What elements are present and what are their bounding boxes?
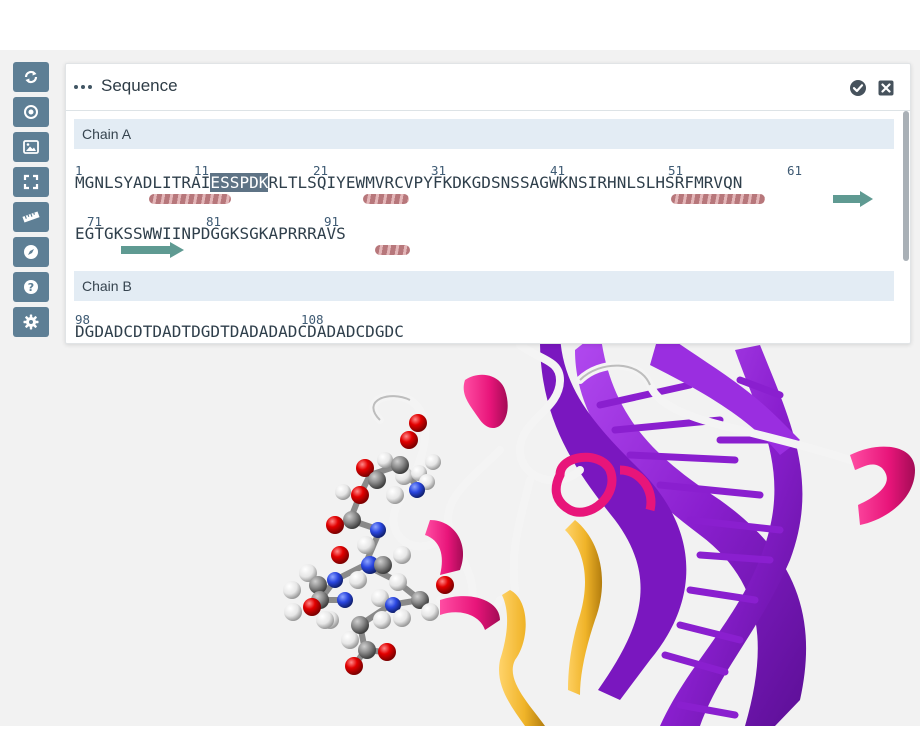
image-icon: [23, 140, 39, 154]
strand-arrow: [121, 242, 184, 258]
help-button[interactable]: ?: [13, 272, 49, 302]
residues-after: RLTLSQIYEWMVRCVPYFKDKGDSNSSAGWKNSIRHNLSL…: [268, 173, 743, 192]
strand-arrow: [833, 191, 873, 207]
help-icon: ?: [24, 280, 38, 294]
fullscreen-button[interactable]: [13, 167, 49, 197]
measure-button[interactable]: [13, 202, 49, 232]
sequence-residues[interactable]: MGNLSYADLITRAIESSPDKRLTLSQIYEWMVRCVPYFKD…: [75, 173, 742, 192]
chain-header: Chain B: [74, 271, 894, 301]
panel-title: Sequence: [101, 76, 178, 95]
panel-scrollbar[interactable]: [903, 111, 909, 261]
sequence-residues[interactable]: EGTGKSSWWIINPDGGKSGKAPRRRAVS: [75, 224, 346, 243]
chain-header: Chain A: [74, 119, 894, 149]
close-icon[interactable]: [877, 79, 895, 97]
helix-marker: [149, 194, 231, 204]
sequence-list[interactable]: Chain A 1 11 21 31 41 51 61 MGNLSYADLITR…: [66, 111, 910, 343]
check-circle-icon[interactable]: [849, 79, 867, 97]
sequence-residues[interactable]: DGDADCDTDADTDGDTDADADADCDADADCDGDC: [75, 322, 404, 341]
chain-label: Chain B: [82, 278, 132, 294]
ruler-icon: [22, 211, 40, 223]
residues-before: MGNLSYADLITRAI: [75, 173, 211, 192]
target-icon: [24, 105, 38, 119]
sequence-line: 71 81 91 EGTGKSSWWIINPDGGKSGKAPRRRAVS: [75, 214, 895, 260]
fullscreen-icon: [23, 174, 39, 190]
screenshot-button[interactable]: [13, 132, 49, 162]
svg-text:?: ?: [28, 281, 34, 294]
sequence-line: 1 11 21 31 41 51 61 MGNLSYADLITRAIESSPDK…: [75, 163, 895, 209]
sequence-line: 98 108 DGDADCDTDADTDGDTDADADADCDADADCDGD…: [75, 312, 895, 343]
residue-number: 61: [787, 163, 803, 178]
helix-marker: [671, 194, 765, 204]
refresh-icon: [24, 70, 38, 84]
helix-marker: [375, 245, 410, 255]
selected-residues[interactable]: ESSPDK: [210, 173, 269, 192]
panel-header: Sequence: [66, 64, 910, 111]
refresh-button[interactable]: [13, 62, 49, 92]
navigate-button[interactable]: [13, 237, 49, 267]
helix-marker: [363, 194, 409, 204]
viewer-toolbar: ?: [13, 62, 49, 342]
focus-button[interactable]: [13, 97, 49, 127]
compass-icon: [24, 245, 38, 259]
gear-icon: [23, 314, 39, 330]
panel-menu-icon[interactable]: [74, 80, 92, 94]
bottom-bar: [0, 726, 920, 750]
chain-label: Chain A: [82, 126, 132, 142]
top-bar: [0, 0, 920, 50]
sequence-panel: Sequence Chain A 1 11 21 31 41 51 61 MGN…: [65, 63, 911, 344]
settings-button[interactable]: [13, 307, 49, 337]
